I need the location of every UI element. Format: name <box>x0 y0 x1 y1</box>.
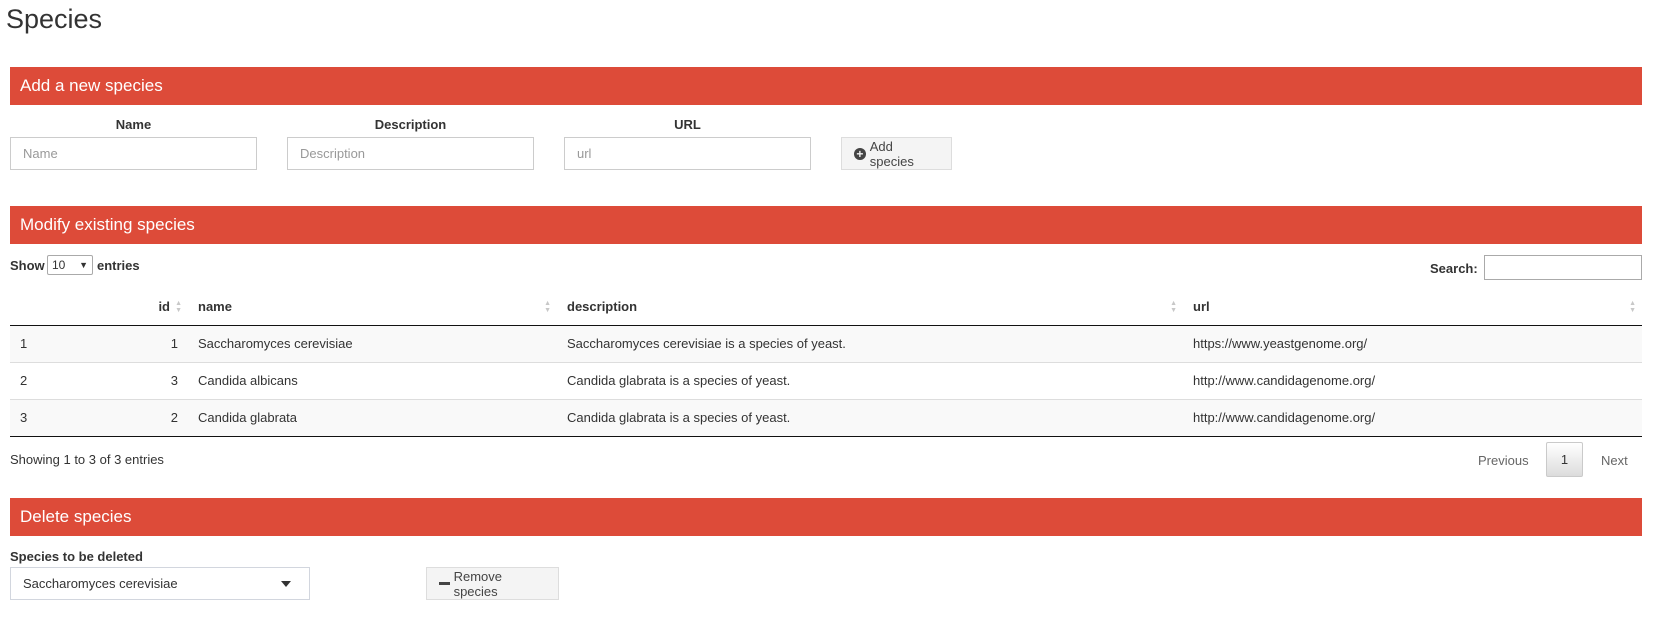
cell-id: 2 <box>140 398 188 437</box>
sort-icon: ▲ ▼ <box>175 300 182 314</box>
next-page-button[interactable]: Next <box>1601 453 1628 468</box>
entries-label: entries <box>97 258 140 273</box>
cell-url: https://www.yeastgenome.org/ <box>1193 336 1368 351</box>
cell-id: 3 <box>140 361 188 399</box>
add-section-header: Add a new species <box>10 67 1642 105</box>
sort-icon: ▲ ▼ <box>1629 300 1636 314</box>
delete-section-header: Delete species <box>10 498 1642 536</box>
modify-section-header: Modify existing species <box>10 206 1642 244</box>
cell-description: Candida glabrata is a species of yeast. <box>557 398 1183 437</box>
sort-icon: ▲ ▼ <box>544 300 551 314</box>
table-info: Showing 1 to 3 of 3 entries <box>10 452 164 467</box>
species-to-delete-label: Species to be deleted <box>10 549 143 564</box>
cell-url: http://www.candidagenome.org/ <box>1183 398 1642 437</box>
url-input[interactable] <box>564 137 811 170</box>
species-table: id ▲ ▼ name ▲ ▼ description ▲ ▼ url ▲ ▼ 1 1 … <box>10 288 1642 437</box>
cell-name: Candida glabrata <box>188 398 557 437</box>
show-label: Show <box>10 258 45 273</box>
caret-down-icon: ▼ <box>79 260 88 270</box>
description-input[interactable] <box>287 137 534 170</box>
add-species-button[interactable]: + Add species <box>841 137 952 170</box>
add-species-button-label: Add species <box>869 138 914 169</box>
caret-down-icon <box>281 581 291 587</box>
column-header-name[interactable]: name ▲ ▼ <box>188 288 557 326</box>
table-row[interactable]: 3 2 Candida glabrata Candida glabrata is… <box>10 398 1642 437</box>
cell-id: 1 <box>170 336 178 351</box>
url-label: URL <box>674 117 701 132</box>
cell-description: Saccharomyces cerevisiae is a species of… <box>567 336 846 351</box>
cell-index: 2 <box>10 361 140 399</box>
table-header-row: id ▲ ▼ name ▲ ▼ description ▲ ▼ url ▲ ▼ <box>10 288 1642 326</box>
column-header-index <box>10 288 140 326</box>
sort-icon: ▲ ▼ <box>1170 300 1177 314</box>
plus-circle-icon: + <box>854 147 866 160</box>
cell-name: Candida albicans <box>188 361 557 399</box>
page-length-value: 10 <box>52 258 66 272</box>
search-label: Search: <box>1430 261 1478 276</box>
name-label: Name <box>115 117 152 132</box>
column-header-url[interactable]: url ▲ ▼ <box>1183 288 1642 326</box>
cell-index: 1 <box>20 336 28 351</box>
column-header-description[interactable]: description ▲ ▼ <box>557 288 1183 326</box>
page-length-select[interactable]: 10 ▼ <box>47 255 93 275</box>
previous-page-button[interactable]: Previous <box>1478 453 1529 468</box>
page-title: Species <box>6 4 103 34</box>
search-input[interactable] <box>1484 255 1642 280</box>
cell-name: Saccharomyces cerevisiae <box>198 336 353 351</box>
remove-species-button-label: Remove species <box>453 568 502 599</box>
cell-description: Candida glabrata is a species of yeast. <box>557 361 1183 399</box>
page-1-button[interactable]: 1 <box>1546 442 1583 477</box>
remove-species-button[interactable]: Remove species <box>426 567 559 600</box>
cell-index: 3 <box>10 398 140 437</box>
table-row[interactable]: 1 1 Saccharomyces cerevisiae Saccharomyc… <box>10 325 1642 362</box>
minus-icon <box>439 582 450 585</box>
column-header-id[interactable]: id ▲ ▼ <box>140 288 188 326</box>
description-label: Description <box>374 117 447 132</box>
table-row[interactable]: 2 3 Candida albicans Candida glabrata is… <box>10 361 1642 399</box>
cell-url: http://www.candidagenome.org/ <box>1183 361 1642 399</box>
selected-species: Saccharomyces cerevisiae <box>23 576 178 591</box>
species-to-delete-select[interactable]: Saccharomyces cerevisiae <box>10 567 310 600</box>
name-input[interactable] <box>10 137 257 170</box>
